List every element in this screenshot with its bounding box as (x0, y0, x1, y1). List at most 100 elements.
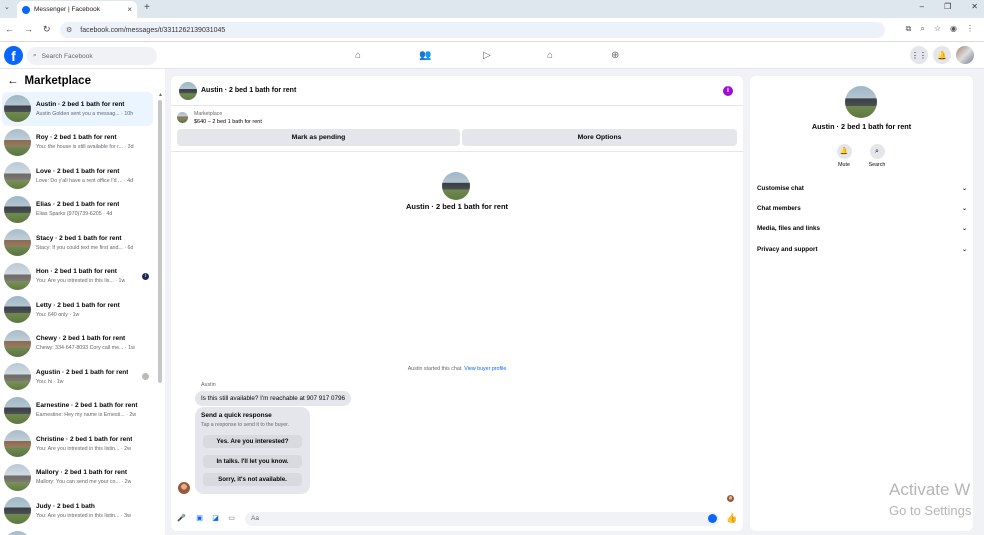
address-bar-icons: ⧉ ⌕ ☆ ◉ ⋮ (906, 24, 974, 34)
conversation-title: Roy · 2 bed 1 bath for rent (36, 134, 117, 142)
details-name: Austin · 2 bed 1 bath for rent (811, 122, 912, 131)
gif-icon[interactable]: ▭ (227, 514, 236, 523)
mute-label: Mute (838, 162, 850, 168)
close-window-icon[interactable]: ✕ (971, 2, 978, 11)
conversation-avatar (4, 430, 31, 458)
close-tab-icon[interactable]: × (127, 5, 132, 14)
listing-price: $640 – 2 bed 1 bath for rent (194, 119, 262, 125)
details-avatar[interactable] (845, 86, 877, 118)
conversation-item[interactable]: Chewy · 2 bed 1 bath for rent Chewy: 334-… (0, 327, 156, 361)
seen-avatar-icon (142, 373, 149, 380)
nav-buttons: ← → ↻ (5, 24, 51, 35)
privacy-support-row[interactable]: Privacy and support ⌄ (757, 242, 967, 258)
conversation-title: Agustin · 2 bed 1 bath for rent (36, 368, 129, 376)
conversation-avatar (4, 363, 31, 391)
conversation-title: Mallory · 2 bed 1 bath for rent (36, 469, 128, 477)
conversation-item[interactable]: Hon · 2 bed 1 bath for rent You: Are you … (0, 260, 156, 294)
home-icon[interactable]: ⌂ (355, 50, 361, 61)
conversation-item[interactable]: Agustin · 2 bed 1 bath for rent You: hi ·… (0, 360, 156, 394)
restore-icon[interactable]: ❐ (944, 2, 951, 11)
chat-header: Austin · 2 bed 1 bath for rent i (171, 76, 743, 106)
account-avatar[interactable] (956, 46, 974, 64)
quick-response-in-talks-button[interactable]: In talks. I'll let you know. (203, 455, 302, 468)
back-icon[interactable]: ← (5, 24, 14, 35)
emoji-icon[interactable] (708, 514, 717, 523)
browser-tab[interactable]: Messenger | Facebook × (17, 1, 137, 18)
url-field[interactable]: ⚙ facebook.com/messages/t/33112621390310… (60, 22, 885, 38)
chevron-down-icon: ⌄ (961, 226, 967, 232)
thumbs-up-icon[interactable]: 👍 (726, 513, 737, 524)
new-tab-icon[interactable]: + (144, 2, 150, 13)
view-buyer-profile-link[interactable]: View buyer profile (464, 366, 506, 372)
conversation-item[interactable]: Kimberly · 2 bed 1 bath for rent (0, 528, 156, 535)
site-info-icon[interactable]: ⚙ (66, 26, 72, 34)
facebook-logo-icon[interactable]: f (4, 46, 23, 65)
friends-icon[interactable]: 👥 (419, 50, 431, 61)
notifications-bell-icon[interactable]: 🔔 (933, 46, 951, 64)
zoom-icon[interactable]: ⌕ (920, 24, 924, 34)
seen-receipt-avatar (727, 495, 734, 502)
cast-icon[interactable]: ⧉ (906, 24, 912, 34)
back-arrow-icon[interactable]: ← (7, 75, 19, 87)
incoming-message[interactable]: Is this still available? I'm reachable a… (195, 391, 352, 406)
left-scrollbar[interactable] (158, 100, 162, 383)
mute-action[interactable]: 🔔 Mute (829, 144, 859, 168)
photo-icon[interactable]: ▣ (195, 514, 204, 523)
profile-icon[interactable]: ◉ (950, 24, 957, 34)
row-label: Privacy and support (757, 246, 818, 253)
gaming-icon[interactable]: ⊕ (611, 50, 619, 61)
facebook-search-input[interactable]: ⌕ Search Facebook (27, 47, 157, 65)
forward-icon[interactable]: → (24, 24, 33, 35)
conversation-text: Hon · 2 bed 1 bath for rent You: Are you … (36, 268, 125, 284)
chat-title[interactable]: Austin · 2 bed 1 bath for rent (201, 87, 296, 94)
sticker-icon[interactable]: ◪ (211, 514, 220, 523)
row-label: Chat members (757, 205, 801, 212)
more-options-button[interactable]: More Options (462, 129, 737, 146)
marketplace-icon[interactable]: ⌂ (547, 50, 553, 61)
browser-menu-icon[interactable]: ⋮ (966, 24, 974, 34)
conversation-item[interactable]: Elias · 2 bed 1 bath for rent Elias Spark… (0, 193, 156, 227)
conversation-title: Hon · 2 bed 1 bath for rent (36, 268, 117, 276)
tab-search-chevron-icon[interactable]: ⌄ (4, 3, 10, 11)
chat-members-row[interactable]: Chat members ⌄ (757, 201, 967, 217)
customise-chat-row[interactable]: Customise chat ⌄ (757, 181, 967, 197)
quick-response-yes-button[interactable]: Yes. Are you interested? (203, 435, 302, 448)
conversation-text: Roy · 2 bed 1 bath for rent You: the hous… (36, 134, 134, 150)
minimize-icon[interactable]: – (920, 2, 924, 11)
conversation-avatar (4, 195, 31, 223)
conversation-text: Stacy · 2 bed 1 bath for rent Stacy: If y… (36, 235, 133, 251)
conversation-item[interactable]: Mallory · 2 bed 1 bath for rent Mallory: … (0, 461, 156, 495)
conversation-item[interactable]: Letty · 2 bed 1 bath for rent You: 640 on… (0, 293, 156, 327)
search-label: Search (868, 162, 886, 168)
chat-header-avatar[interactable] (179, 82, 197, 100)
conversation-text: Austin · 2 bed 1 bath for rent Austin Gol… (36, 101, 133, 117)
conversation-avatar (4, 296, 31, 324)
sender-name: Austin (201, 382, 216, 388)
scroll-up-arrow-icon[interactable]: ▲ (158, 92, 163, 98)
conversation-preview: You: Are you intrested in this listin...… (36, 512, 131, 519)
row-label: Customise chat (757, 185, 804, 192)
bookmark-star-icon[interactable]: ☆ (934, 24, 941, 34)
conversation-item[interactable]: Judy · 2 bed 1 bath You: Are you intreste… (0, 494, 156, 528)
message-input[interactable]: Aa (245, 512, 719, 526)
video-icon[interactable]: ▷ (483, 50, 491, 61)
conversation-preview: Austin Golden sent you a messag... · 10h (36, 110, 134, 117)
reload-icon[interactable]: ↻ (43, 24, 51, 35)
conversation-item[interactable]: Earnestine · 2 bed 1 bath for rent Earnes… (0, 394, 156, 428)
conversation-item[interactable]: Love · 2 bed 1 bath for rent Love: Do y'a… (0, 159, 156, 193)
media-files-links-row[interactable]: Media, files and links ⌄ (757, 221, 967, 237)
sender-avatar[interactable] (178, 482, 190, 494)
quick-response-not-available-button[interactable]: Sorry, it's not available. (203, 473, 302, 486)
menu-grid-icon[interactable]: ⋮⋮ (910, 46, 928, 64)
chevron-down-icon: ⌄ (961, 247, 967, 253)
conversation-item[interactable]: Roy · 2 bed 1 bath for rent You: the hous… (0, 126, 156, 160)
search-action[interactable]: ⌕ Search (862, 144, 892, 168)
listing-thumbnail (177, 112, 188, 123)
info-icon[interactable]: i (723, 86, 733, 96)
microphone-icon[interactable]: 🎤 (177, 514, 186, 523)
conversation-item[interactable]: Austin · 2 bed 1 bath for rent Austin Gol… (2, 92, 153, 126)
mark-as-pending-button[interactable]: Mark as pending (177, 129, 460, 146)
conversation-item[interactable]: Stacy · 2 bed 1 bath for rent Stacy: If y… (0, 226, 156, 260)
conversation-item[interactable]: Christine · 2 bed 1 bath for rent You: Ar… (0, 427, 156, 461)
buyer-avatar[interactable] (442, 172, 470, 200)
